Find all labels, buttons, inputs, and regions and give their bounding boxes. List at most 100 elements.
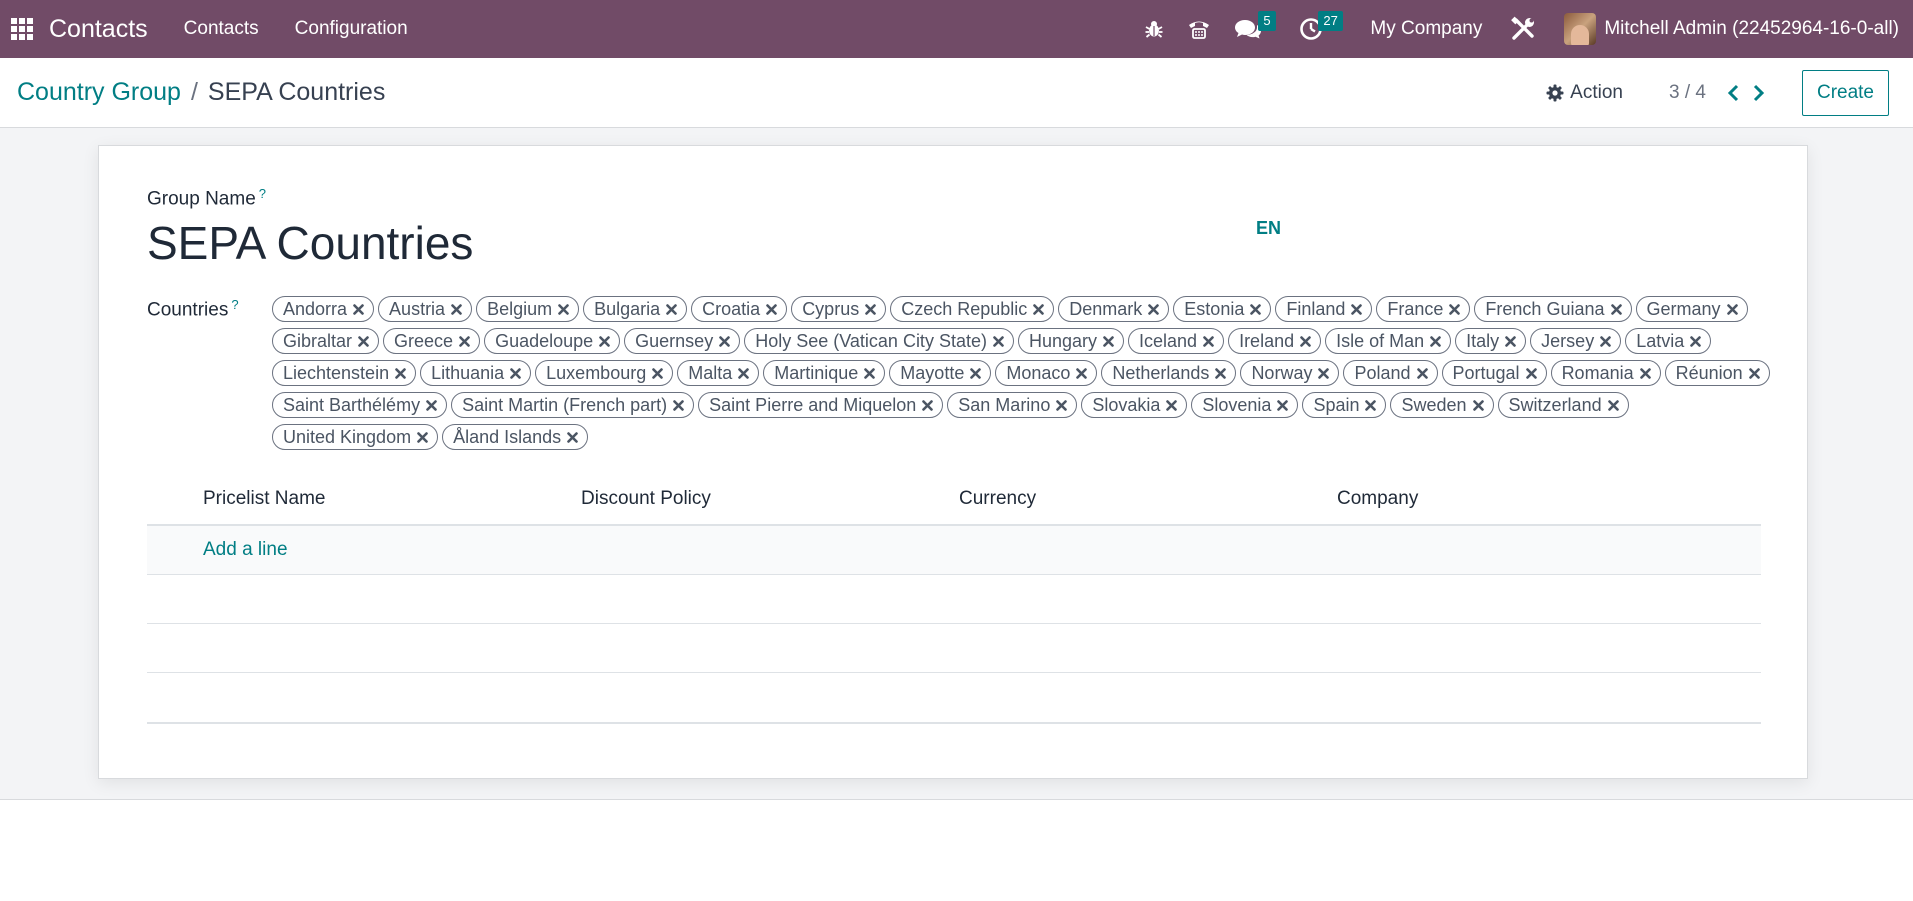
chevron-right-icon[interactable] xyxy=(1746,78,1772,108)
remove-tag-icon[interactable] xyxy=(1103,335,1114,347)
remove-tag-icon[interactable] xyxy=(558,303,569,315)
country-tag[interactable]: Denmark xyxy=(1058,296,1170,322)
remove-tag-icon[interactable] xyxy=(1416,367,1428,379)
remove-tag-icon[interactable] xyxy=(353,303,364,315)
remove-tag-icon[interactable] xyxy=(510,367,521,379)
tools-icon[interactable] xyxy=(1508,0,1538,58)
remove-tag-icon[interactable] xyxy=(1690,335,1702,347)
column-discount-policy[interactable]: Discount Policy xyxy=(581,488,711,510)
remove-tag-icon[interactable] xyxy=(1033,303,1045,315)
country-tag[interactable]: Portugal xyxy=(1441,360,1547,386)
remove-tag-icon[interactable] xyxy=(1525,367,1537,379)
help-tooltip[interactable]: ? xyxy=(259,186,266,201)
country-tag[interactable]: Martinique xyxy=(763,360,886,386)
group-name-input[interactable]: SEPA Countries xyxy=(147,216,473,270)
country-tag[interactable]: Saint Martin (French part) xyxy=(451,392,695,418)
clock-icon[interactable]: 27 xyxy=(1286,0,1370,58)
country-tag[interactable]: Slovenia xyxy=(1191,392,1299,418)
country-tag[interactable]: Netherlands xyxy=(1101,360,1237,386)
country-tag[interactable]: Spain xyxy=(1302,392,1387,418)
breadcrumb-country-group[interactable]: Country Group xyxy=(17,78,181,107)
country-tag[interactable]: Saint Barthélémy xyxy=(272,392,448,418)
bug-icon[interactable] xyxy=(1134,0,1174,58)
remove-tag-icon[interactable] xyxy=(1203,335,1214,347)
country-tag[interactable]: Mayotte xyxy=(889,360,992,386)
country-tag[interactable]: Czech Republic xyxy=(890,296,1055,322)
country-tag[interactable]: Gibraltar xyxy=(272,328,380,354)
remove-tag-icon[interactable] xyxy=(1449,303,1461,315)
remove-tag-icon[interactable] xyxy=(766,303,777,315)
language-button[interactable]: EN xyxy=(1256,218,1281,239)
country-tag[interactable]: Finland xyxy=(1275,296,1373,322)
country-tag[interactable]: Lithuania xyxy=(420,360,532,386)
country-tag[interactable]: Poland xyxy=(1343,360,1438,386)
remove-tag-icon[interactable] xyxy=(567,431,578,443)
remove-tag-icon[interactable] xyxy=(719,335,731,347)
country-tag[interactable]: Cyprus xyxy=(791,296,887,322)
country-tag[interactable]: Andorra xyxy=(272,296,375,322)
remove-tag-icon[interactable] xyxy=(652,367,664,379)
remove-tag-icon[interactable] xyxy=(1166,399,1178,411)
add-line-link[interactable]: Add a line xyxy=(203,539,288,561)
remove-tag-icon[interactable] xyxy=(1250,303,1262,315)
remove-tag-icon[interactable] xyxy=(1430,335,1441,347)
remove-tag-icon[interactable] xyxy=(666,303,677,315)
country-tag[interactable]: United Kingdom xyxy=(272,424,439,450)
country-tag[interactable]: Norway xyxy=(1240,360,1340,386)
remove-tag-icon[interactable] xyxy=(673,399,684,411)
remove-tag-icon[interactable] xyxy=(1318,367,1330,379)
create-button[interactable]: Create xyxy=(1801,69,1889,116)
country-tag[interactable]: Jersey xyxy=(1530,328,1622,354)
remove-tag-icon[interactable] xyxy=(1726,303,1738,315)
country-tag[interactable]: France xyxy=(1376,296,1471,322)
remove-tag-icon[interactable] xyxy=(395,367,406,379)
country-tag[interactable]: Ireland xyxy=(1228,328,1322,354)
chevron-left-icon[interactable] xyxy=(1720,78,1746,108)
country-tag[interactable]: French Guiana xyxy=(1474,296,1632,322)
remove-tag-icon[interactable] xyxy=(459,335,470,347)
country-tag[interactable]: Latvia xyxy=(1625,328,1712,354)
remove-tag-icon[interactable] xyxy=(922,399,934,411)
action-button[interactable]: Action xyxy=(1546,82,1623,104)
country-tag[interactable]: Switzerland xyxy=(1497,392,1629,418)
country-tag[interactable]: San Marino xyxy=(947,392,1078,418)
country-tag[interactable]: Réunion xyxy=(1664,360,1770,386)
remove-tag-icon[interactable] xyxy=(1472,399,1484,411)
country-tag[interactable]: Luxembourg xyxy=(535,360,674,386)
remove-tag-icon[interactable] xyxy=(970,367,982,379)
remove-tag-icon[interactable] xyxy=(1748,367,1760,379)
avatar[interactable] xyxy=(1564,13,1597,45)
remove-tag-icon[interactable] xyxy=(1076,367,1088,379)
remove-tag-icon[interactable] xyxy=(1351,303,1363,315)
country-tag[interactable]: Holy See (Vatican City State) xyxy=(744,328,1014,354)
remove-tag-icon[interactable] xyxy=(451,303,462,315)
app-name[interactable]: Contacts xyxy=(49,15,148,44)
remove-tag-icon[interactable] xyxy=(1610,303,1622,315)
country-tag[interactable]: Estonia xyxy=(1173,296,1272,322)
country-tag[interactable]: Greece xyxy=(383,328,481,354)
remove-tag-icon[interactable] xyxy=(1277,399,1289,411)
remove-tag-icon[interactable] xyxy=(1056,399,1068,411)
country-tag[interactable]: Åland Islands xyxy=(442,424,589,450)
country-tag[interactable]: Croatia xyxy=(691,296,788,322)
remove-tag-icon[interactable] xyxy=(1300,335,1311,347)
remove-tag-icon[interactable] xyxy=(417,431,428,443)
remove-tag-icon[interactable] xyxy=(1215,367,1227,379)
remove-tag-icon[interactable] xyxy=(1365,399,1377,411)
company-switcher[interactable]: My Company xyxy=(1370,18,1482,40)
country-tag[interactable]: Germany xyxy=(1635,296,1748,322)
remove-tag-icon[interactable] xyxy=(426,399,437,411)
country-tag[interactable]: Bulgaria xyxy=(583,296,688,322)
country-tag[interactable]: Liechtenstein xyxy=(272,360,417,386)
user-menu[interactable]: Mitchell Admin (22452964-16-0-all) xyxy=(1604,18,1899,40)
country-tag[interactable]: Isle of Man xyxy=(1325,328,1452,354)
apps-grid-icon[interactable] xyxy=(11,18,33,40)
remove-tag-icon[interactable] xyxy=(1600,335,1611,347)
remove-tag-icon[interactable] xyxy=(738,367,750,379)
country-tag[interactable]: Saint Pierre and Miquelon xyxy=(698,392,944,418)
remove-tag-icon[interactable] xyxy=(1607,399,1619,411)
help-tooltip[interactable]: ? xyxy=(231,297,238,312)
remove-tag-icon[interactable] xyxy=(1148,303,1160,315)
menu-configuration[interactable]: Configuration xyxy=(295,18,408,40)
country-tag[interactable]: Sweden xyxy=(1390,392,1494,418)
